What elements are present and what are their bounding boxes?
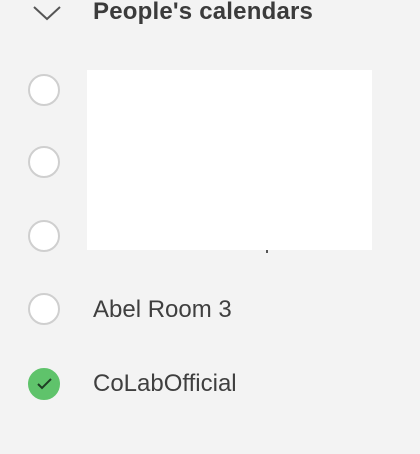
people-calendars-group-header[interactable]: People's calendars — [0, 0, 420, 36]
calendar-toggle[interactable] — [28, 293, 60, 325]
calendar-toggle[interactable] — [28, 146, 60, 178]
calendar-label: Abel Room 3 — [93, 296, 232, 323]
calendar-toggle[interactable] — [28, 220, 60, 252]
checkmark-icon — [37, 378, 52, 390]
stray-mark — [266, 250, 268, 253]
calendar-row-abel-room-3[interactable]: Abel Room 3 — [0, 280, 420, 340]
people-calendars-panel: People's calendars Abel Room 3 CoLabOffi… — [0, 0, 420, 454]
redacted-area — [87, 70, 372, 250]
group-title: People's calendars — [93, 0, 314, 25]
calendar-label: CoLabOfficial — [93, 370, 237, 397]
calendar-row-colabofficial[interactable]: CoLabOfficial — [0, 354, 420, 414]
calendar-toggle-checked[interactable] — [28, 368, 60, 400]
calendar-toggle[interactable] — [28, 74, 60, 106]
chevron-down-icon[interactable] — [32, 3, 62, 23]
